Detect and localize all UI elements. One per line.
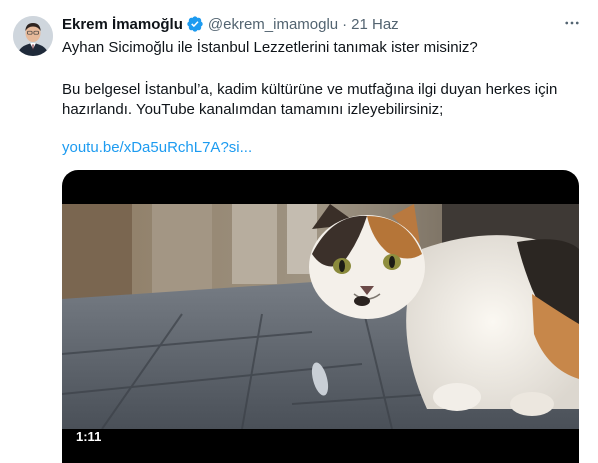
verified-badge-icon [186,15,204,33]
separator-dot: · [342,15,348,33]
video-duration: 1:11 [76,429,102,444]
timestamp[interactable]: 21 Haz [351,16,399,33]
more-options-icon[interactable] [560,14,584,32]
video-player[interactable]: 1:11 [62,170,579,463]
video-thumbnail [62,204,579,429]
tweet-header: Ekrem İmamoğlu @ekrem_imamoglu · 21 Haz [62,14,584,34]
tweet-text-line1: Ayhan Sicimoğlu ile İstanbul Lezzetlerin… [62,39,478,56]
tweet[interactable]: Ekrem İmamoğlu @ekrem_imamoglu · 21 Haz … [0,0,598,463]
tweet-text-paragraph2: Bu belgesel İstanbul’a, kadim kültürüne … [62,81,558,118]
youtube-link[interactable]: youtu.be/xDa5uRchL7A?si... [62,139,252,156]
avatar[interactable] [13,16,53,56]
author-handle[interactable]: @ekrem_imamoglu [208,16,338,33]
avatar-image [13,16,53,56]
cat-head [309,204,425,319]
author-name[interactable]: Ekrem İmamoğlu [62,16,183,33]
